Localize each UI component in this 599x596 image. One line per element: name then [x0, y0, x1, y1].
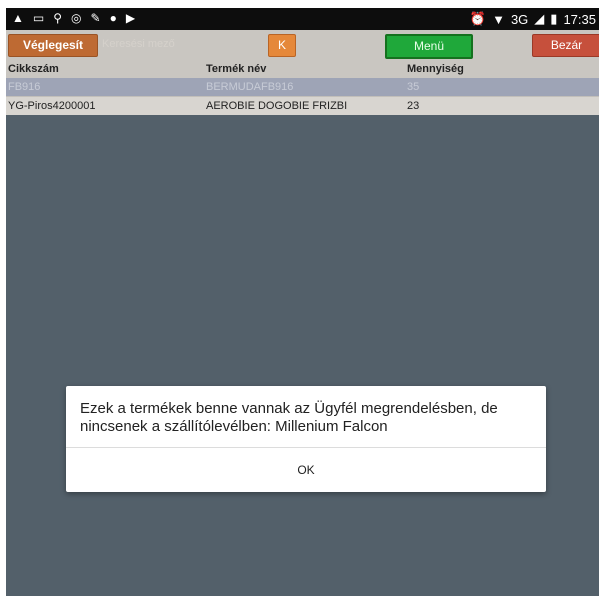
search-input[interactable]: Keresési mező [98, 34, 202, 55]
notification-icons: ▲ ▭ ⚲ ◎ ✎ ● ▶ [12, 11, 135, 25]
usb-icon: ⚲ [53, 11, 63, 25]
cell-name: AEROBIE DOGOBIE FRIZBI [206, 100, 348, 112]
status-bar: ▲ ▭ ⚲ ◎ ✎ ● ▶ ⏰ ▼ 3G ◢ ▮ 17:35 [6, 8, 599, 30]
close-button[interactable]: Bezár [532, 34, 599, 57]
ok-button[interactable]: OK [66, 448, 546, 492]
toolbar: Véglegesít Keresési mező K Menü Bezár [6, 30, 599, 60]
system-status: ⏰ ▼ 3G ◢ ▮ 17:35 [470, 11, 596, 27]
play-icon: ▶ [125, 11, 136, 25]
wifi-icon: ▼ [492, 11, 505, 27]
location-icon: ● [109, 11, 117, 25]
k-button[interactable]: K [268, 34, 296, 57]
clock: 17:35 [563, 11, 596, 27]
signal-icon: ◢ [534, 11, 545, 26]
table-row[interactable]: FB916 BERMUDAFB916 35 [6, 78, 599, 96]
network-type: 3G [510, 11, 529, 27]
image-icon: ▭ [32, 11, 45, 25]
cell-sku: FB916 [8, 81, 41, 93]
dialog-message: Ezek a termékek benne vannak az Ügyfél m… [80, 400, 498, 435]
battery-icon: ▮ [550, 11, 558, 26]
lifebuoy-icon: ◎ [71, 11, 82, 25]
table-header: Cikkszám Termék név Mennyiség [6, 60, 599, 78]
menu-button[interactable]: Menü [385, 34, 473, 59]
cell-sku: YG-Piros4200001 [8, 100, 96, 112]
cell-name: BERMUDAFB916 [206, 81, 294, 93]
finalize-button[interactable]: Véglegesít [8, 34, 98, 57]
wrench-icon: ✎ [90, 11, 101, 25]
product-table: Cikkszám Termék név Mennyiség FB916 BERM… [6, 60, 599, 115]
warning-icon: ▲ [12, 11, 24, 25]
alert-dialog: Ezek a termékek benne vannak az Ügyfél m… [66, 386, 546, 492]
column-header-qty: Mennyiség [407, 63, 464, 75]
cell-qty: 35 [407, 81, 420, 93]
alarm-icon: ⏰ [469, 11, 487, 26]
table-row[interactable]: YG-Piros4200001 AEROBIE DOGOBIE FRIZBI 2… [6, 96, 599, 115]
column-header-sku: Cikkszám [8, 63, 59, 75]
cell-qty: 23 [407, 100, 420, 112]
app-screen: ▲ ▭ ⚲ ◎ ✎ ● ▶ ⏰ ▼ 3G ◢ ▮ 17:35 Véglegesí… [6, 8, 599, 596]
column-header-name: Termék név [206, 63, 267, 75]
